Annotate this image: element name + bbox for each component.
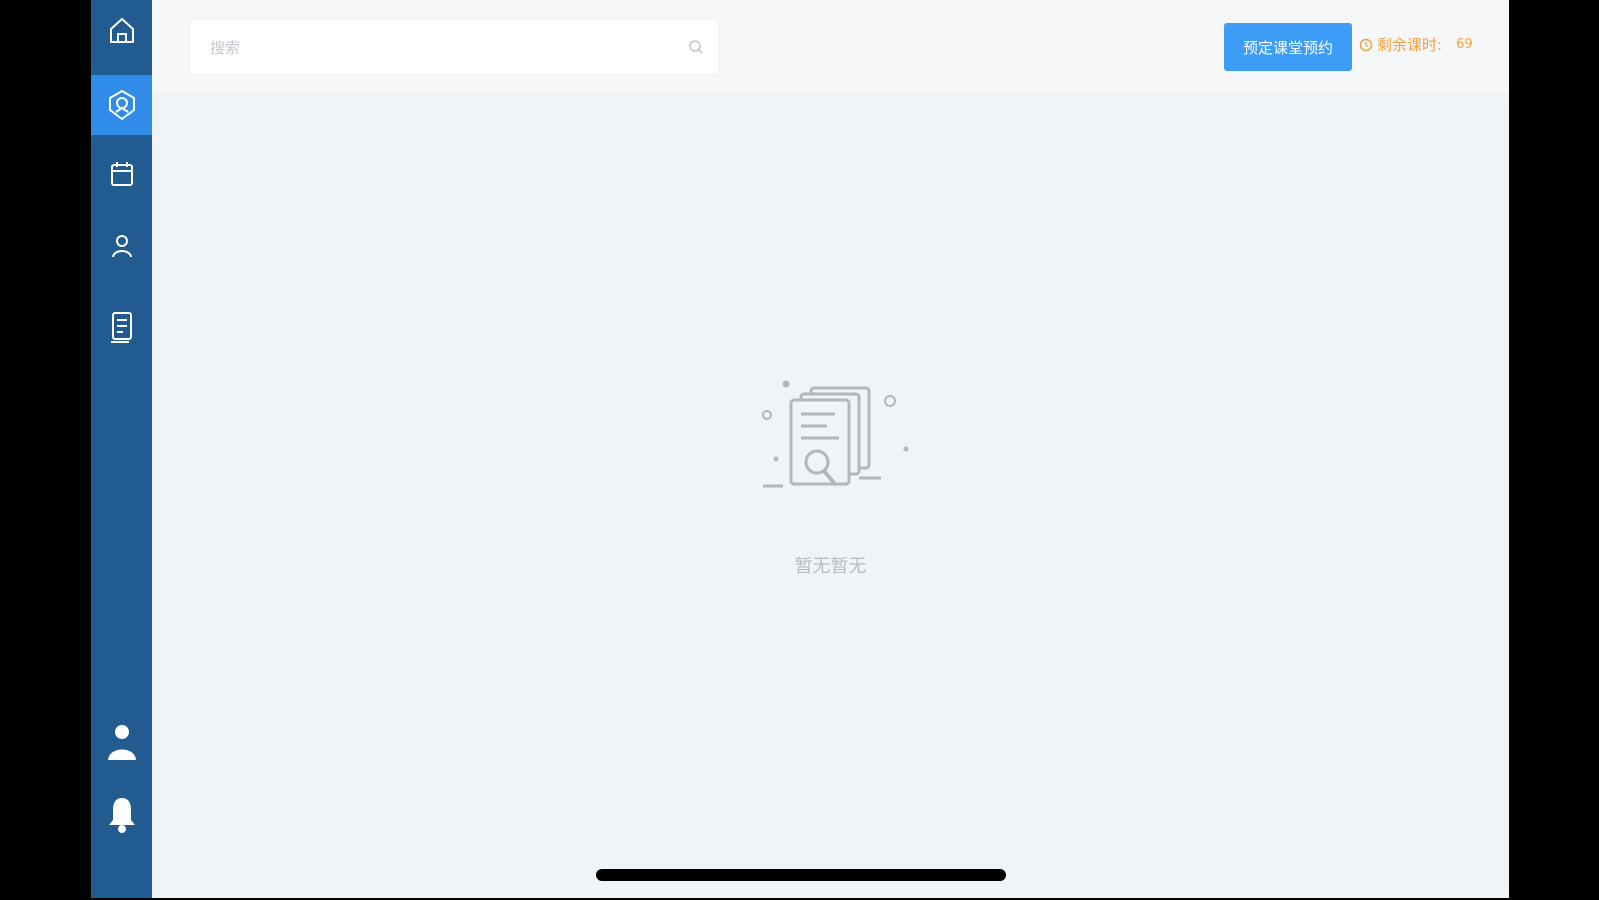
course-icon (108, 90, 135, 120)
remaining-hours-value: 69 (1456, 37, 1473, 52)
remaining-hours: 剩余课时: 69 (1359, 34, 1473, 55)
search-box (190, 20, 718, 76)
sidebar-item-calendar[interactable] (91, 144, 152, 204)
sidebar-item-user[interactable] (91, 712, 152, 772)
calendar-icon (110, 162, 133, 186)
sidebar-item-home[interactable] (91, 0, 152, 60)
sidebar-item-report[interactable] (91, 298, 152, 358)
app-window: 预定课堂预约 剩余课时: 69 暂无暂 (91, 0, 1509, 898)
search-input[interactable] (208, 20, 672, 76)
sidebar-item-student[interactable] (91, 216, 152, 276)
empty-state-text: 暂无暂无 (794, 556, 867, 577)
sidebar (91, 0, 152, 898)
empty-document-icon (761, 380, 908, 488)
sidebar-item-course[interactable] (91, 75, 152, 135)
home-indicator (596, 869, 1006, 881)
top-bar: 预定课堂预约 剩余课时: 69 (152, 0, 1509, 92)
search-icon[interactable] (688, 39, 704, 55)
user-icon (107, 725, 136, 760)
sidebar-item-notifications[interactable] (91, 785, 152, 845)
empty-state: 暂无暂无 (152, 380, 1509, 578)
student-icon (111, 235, 132, 258)
remaining-hours-label: 剩余课时: (1377, 36, 1443, 54)
book-class-button[interactable]: 预定课堂预约 (1224, 23, 1352, 71)
clock-icon (1359, 38, 1373, 51)
home-icon (109, 18, 134, 43)
report-icon (110, 312, 132, 343)
bell-icon (108, 798, 135, 833)
